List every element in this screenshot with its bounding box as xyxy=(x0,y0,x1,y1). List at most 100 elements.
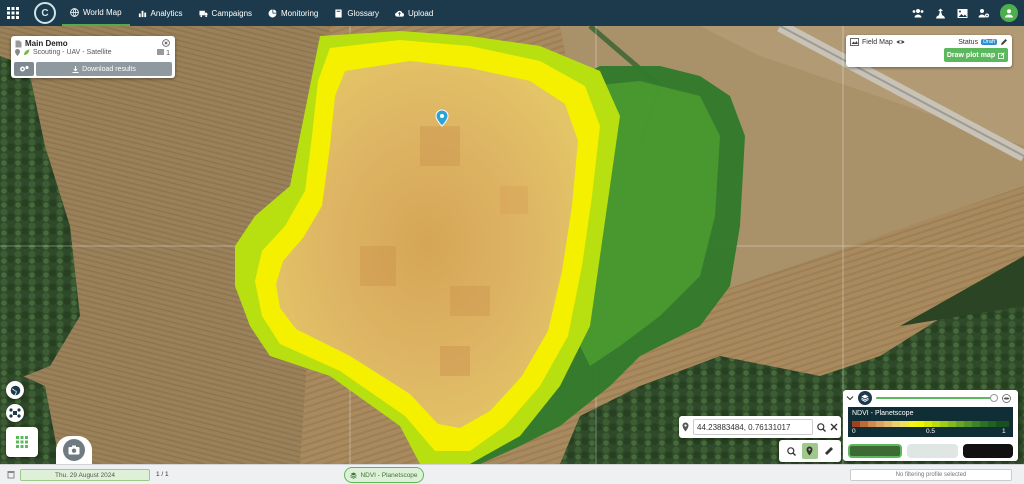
eye-icon[interactable] xyxy=(896,39,905,45)
layers-button[interactable] xyxy=(858,391,872,405)
nav-glossary[interactable]: Glossary xyxy=(326,0,387,26)
scale-min: 0 xyxy=(852,428,856,435)
filter-text: No filtering profile selected xyxy=(895,472,967,478)
map-marker-icon xyxy=(682,422,689,432)
scale-max: 1 xyxy=(1002,428,1006,435)
nav-label: Glossary xyxy=(347,8,379,18)
basemap-selector xyxy=(848,444,1013,458)
map-marker-icon xyxy=(15,49,20,56)
apps-grid-button[interactable] xyxy=(0,0,26,26)
date-selector[interactable]: Thu. 29 August 2024 xyxy=(20,469,150,481)
settings-users-button[interactable] xyxy=(978,7,990,19)
draw-plot-map-label: Draw plot map xyxy=(946,51,996,59)
calendar-icon[interactable] xyxy=(7,470,15,479)
app-logo[interactable]: C xyxy=(34,2,56,24)
project-title-row: Main Demo xyxy=(15,39,171,48)
status-label: Status xyxy=(958,38,979,46)
nav-monitoring[interactable]: Monitoring xyxy=(260,0,326,26)
coordinates-input[interactable] xyxy=(693,419,813,435)
pencil-icon[interactable] xyxy=(1000,38,1008,46)
slider-handle[interactable] xyxy=(990,394,999,402)
draw-plot-map-button[interactable]: Draw plot map xyxy=(944,48,1008,62)
search-icon xyxy=(787,446,796,456)
image-icon xyxy=(957,8,967,18)
user-arrow-icon xyxy=(935,8,945,18)
close-panel-button[interactable] xyxy=(162,39,170,49)
layers-count-icon xyxy=(157,49,165,55)
active-layer-pill[interactable]: NDVI - Planetscope xyxy=(344,467,424,483)
download-results-button[interactable]: Download results xyxy=(36,62,172,76)
basemap-dark[interactable] xyxy=(962,444,1013,458)
layers-icon xyxy=(861,394,869,402)
coordinates-box xyxy=(679,416,841,438)
close-icon[interactable] xyxy=(830,423,838,431)
project-panel: Main Demo Scouting - UAV - Satellite 1 D… xyxy=(11,36,175,78)
nav-campaigns[interactable]: Campaigns xyxy=(191,0,260,26)
basemap-satellite[interactable] xyxy=(848,444,903,458)
visibility-toggle-icon[interactable] xyxy=(1002,393,1011,403)
user-avatar[interactable] xyxy=(1000,4,1018,22)
pie-chart-icon xyxy=(268,9,277,17)
nav-label: Campaigns xyxy=(211,8,253,18)
nav-world-map[interactable]: World Map xyxy=(62,0,130,26)
marker-tool[interactable] xyxy=(801,443,818,459)
camera-button[interactable] xyxy=(56,436,92,464)
nav-label: World Map xyxy=(83,7,122,17)
nav-upload[interactable]: Upload xyxy=(387,0,441,26)
chevron-down-icon[interactable] xyxy=(846,395,854,401)
search-icon[interactable] xyxy=(817,422,826,432)
layer-panel-header xyxy=(843,390,1018,406)
ndvi-color-scale xyxy=(852,421,1009,427)
field-map-status: Status Draft xyxy=(958,38,1008,46)
date-page-count: 1 / 1 xyxy=(156,471,169,478)
module-apps-button[interactable] xyxy=(6,427,38,457)
nav-label: Monitoring xyxy=(281,8,319,18)
search-tool[interactable] xyxy=(783,443,799,459)
nav-label: Upload xyxy=(407,8,434,18)
nav-label: Analytics xyxy=(150,8,183,18)
project-count-value: 1 xyxy=(166,50,170,57)
project-actions: Download results xyxy=(14,62,172,76)
grid-icon xyxy=(16,436,28,448)
settings-button[interactable] xyxy=(14,62,34,76)
cloud-upload-icon xyxy=(395,10,404,17)
project-subtitle: Scouting - UAV - Satellite xyxy=(33,49,112,56)
filtering-profile-select[interactable]: No filtering profile selected xyxy=(850,469,1012,481)
top-navbar: C World Map Analytics Campaigns Monitori… xyxy=(0,0,1024,26)
drone-icon xyxy=(9,408,21,418)
gears-icon xyxy=(20,65,29,72)
field-map-panel: Field Map Status Draft Draw plot map xyxy=(846,35,1012,67)
close-circle-icon xyxy=(162,39,170,47)
field-map-icon xyxy=(850,38,859,46)
status-badge: Draft xyxy=(981,39,997,45)
leaf-icon xyxy=(24,49,30,55)
current-date: Thu. 29 August 2024 xyxy=(55,471,115,479)
field-map-title-row: Field Map xyxy=(850,38,905,46)
measure-tool[interactable] xyxy=(821,443,837,459)
basemap-street[interactable] xyxy=(907,444,958,458)
camera-circle xyxy=(63,439,85,461)
ruler-icon xyxy=(824,447,833,455)
truck-icon xyxy=(198,10,208,17)
globe-icon xyxy=(10,385,20,395)
download-icon xyxy=(72,65,79,73)
layers-icon xyxy=(350,472,358,479)
active-layer-label: NDVI - Planetscope xyxy=(360,471,418,479)
drone-button[interactable] xyxy=(6,404,24,422)
opacity-slider[interactable] xyxy=(876,394,999,402)
globe-view-button[interactable] xyxy=(6,381,24,399)
user-upload-button[interactable] xyxy=(934,7,946,19)
map-marker-icon xyxy=(806,446,813,456)
map-tools xyxy=(779,440,841,462)
bar-chart-icon xyxy=(138,10,146,17)
book-icon xyxy=(335,8,343,18)
download-label: Download results xyxy=(82,65,136,73)
project-count: 1 xyxy=(157,49,170,57)
users-group-button[interactable] xyxy=(912,7,924,19)
project-title[interactable]: Main Demo xyxy=(25,39,68,48)
top-right-tools xyxy=(912,0,1024,26)
nav-analytics[interactable]: Analytics xyxy=(130,0,191,26)
image-gallery-button[interactable] xyxy=(956,7,968,19)
layer-panel: NDVI - Planetscope 0 0.5 1 xyxy=(843,390,1018,461)
document-icon xyxy=(15,40,22,47)
